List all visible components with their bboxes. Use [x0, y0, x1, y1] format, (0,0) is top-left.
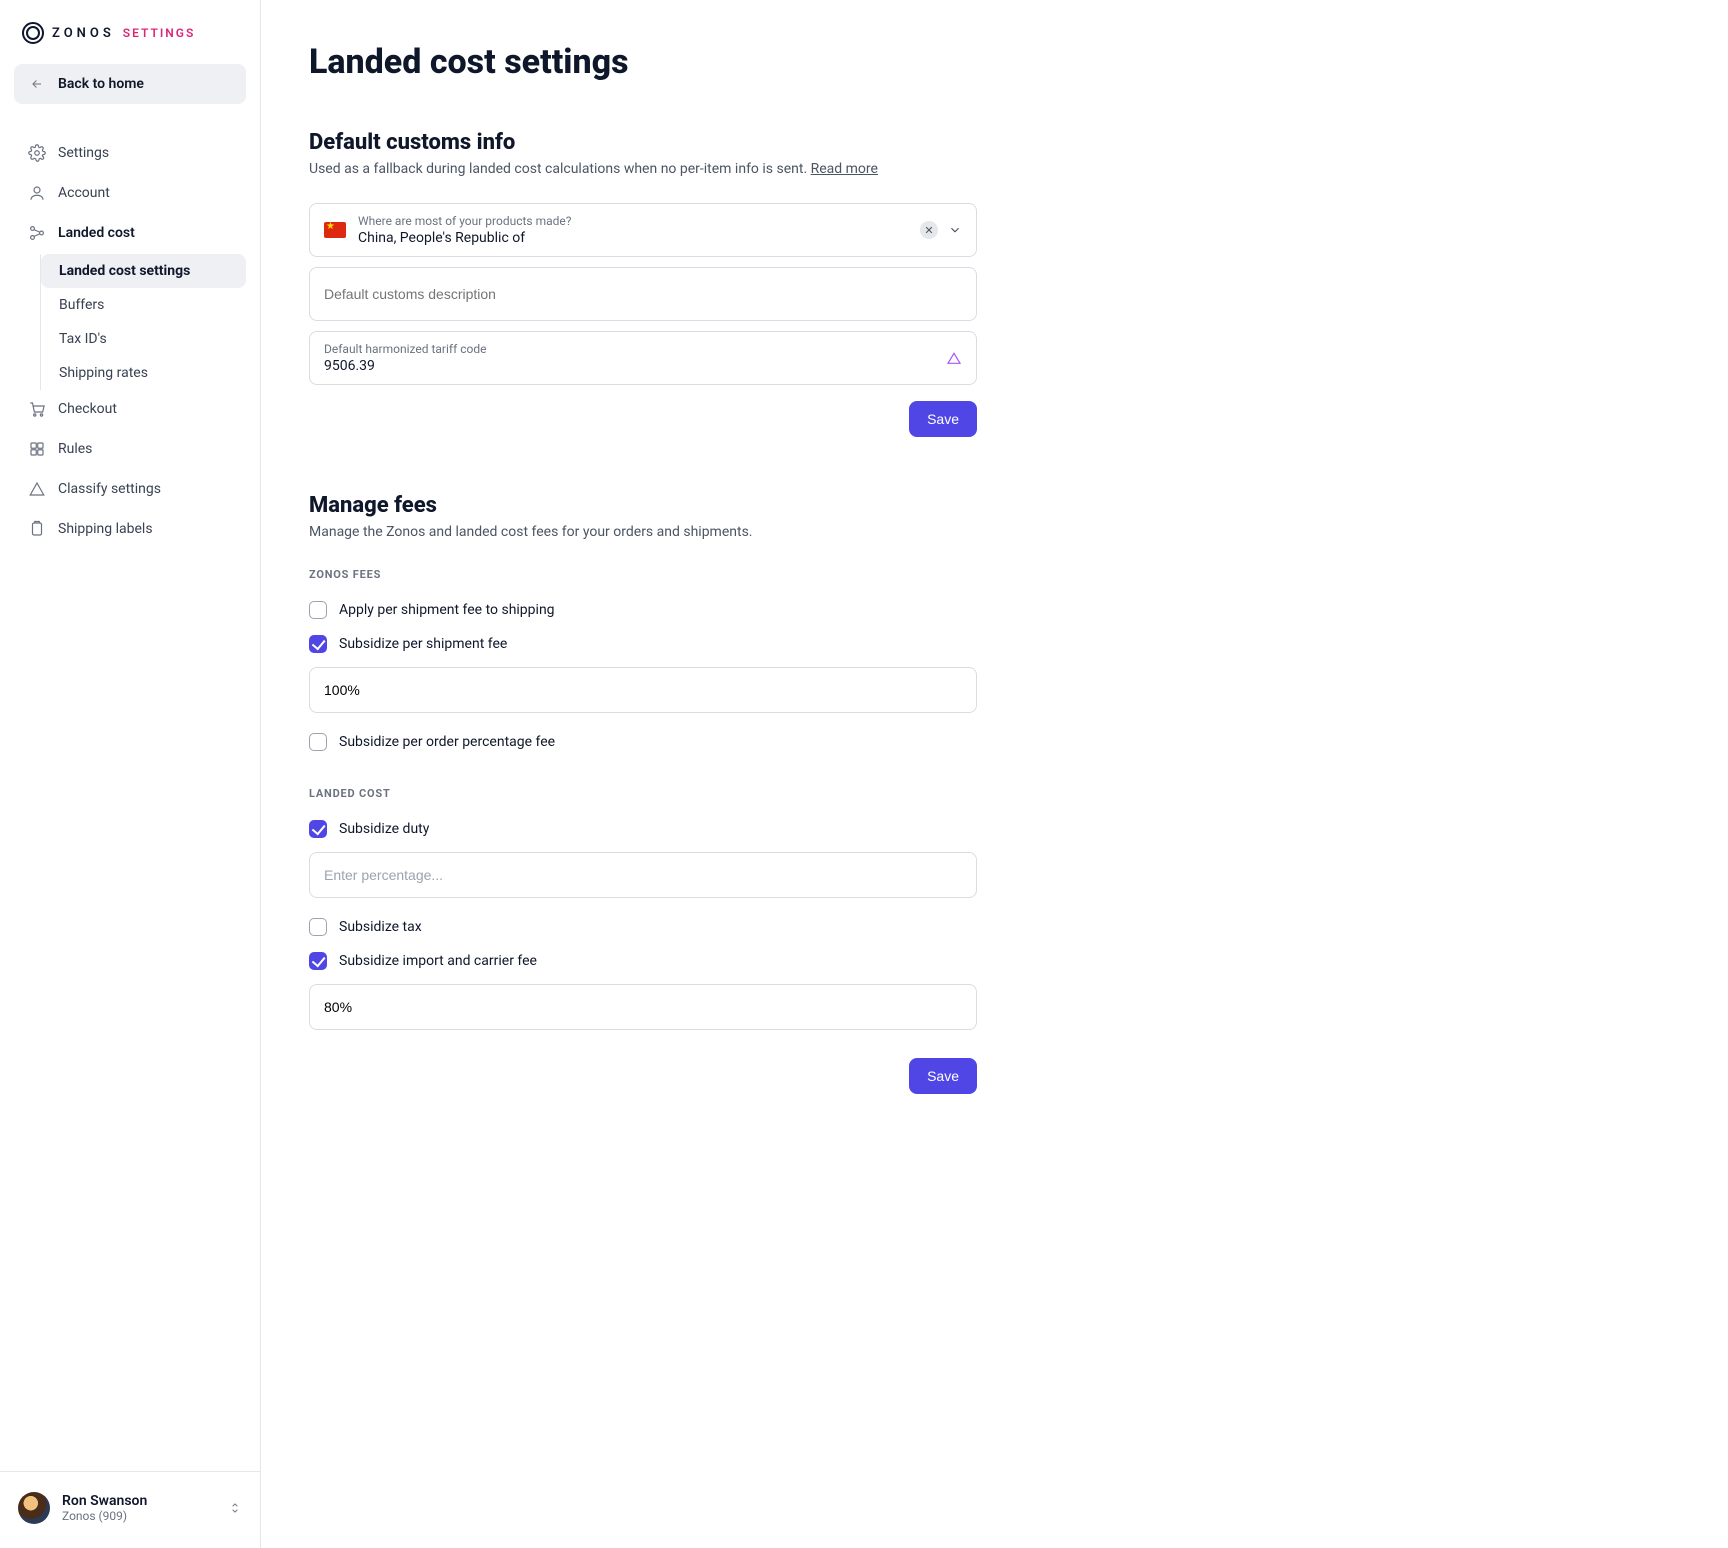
- check-subsidize-duty[interactable]: Subsidize duty: [309, 812, 977, 846]
- check-subsidize-order-percentage[interactable]: Subsidize per order percentage fee: [309, 725, 977, 759]
- check-label: Subsidize tax: [339, 919, 422, 935]
- sub-item-tax-ids[interactable]: Tax ID's: [41, 322, 246, 356]
- main-content: Landed cost settings Default customs inf…: [261, 0, 1728, 1548]
- sidebar-item-checkout[interactable]: Checkout: [14, 390, 246, 428]
- section-heading: Default customs info: [309, 130, 977, 155]
- sidebar-item-account[interactable]: Account: [14, 174, 246, 212]
- origin-label: Where are most of your products made?: [358, 214, 908, 228]
- brand: ZONOS SETTINGS: [0, 22, 260, 64]
- checkbox-checked-icon: [309, 820, 327, 838]
- tariff-value: 9506.39: [324, 358, 375, 374]
- tariff-code-input[interactable]: Default harmonized tariff code 9506.39: [309, 331, 977, 385]
- subtext-prefix: Used as a fallback during landed cost ca…: [309, 161, 811, 177]
- classify-triangle-icon: [946, 350, 962, 366]
- sidebar-item-label: Account: [58, 185, 110, 201]
- page-title: Landed cost settings: [309, 42, 1680, 82]
- clear-icon[interactable]: ✕: [920, 221, 938, 239]
- sidebar-item-classify[interactable]: Classify settings: [14, 470, 246, 508]
- user-name: Ron Swanson: [62, 1493, 147, 1509]
- chevron-up-down-icon: [228, 1499, 242, 1517]
- back-label: Back to home: [58, 76, 144, 92]
- landed-cost-submenu: Landed cost settings Buffers Tax ID's Sh…: [40, 254, 246, 390]
- sidebar-item-settings[interactable]: Settings: [14, 134, 246, 172]
- nodes-icon: [28, 224, 46, 242]
- account-info: Ron Swanson Zonos (909): [62, 1493, 147, 1523]
- clipboard-icon: [28, 520, 46, 538]
- sidebar: ZONOS SETTINGS Back to home Settings Acc…: [0, 0, 261, 1548]
- checkbox-checked-icon: [309, 635, 327, 653]
- section-default-customs: Default customs info Used as a fallback …: [309, 130, 977, 437]
- section-manage-fees: Manage fees Manage the Zonos and landed …: [309, 493, 977, 1094]
- sidebar-item-label: Checkout: [58, 401, 117, 417]
- save-fees-button[interactable]: Save: [909, 1058, 977, 1094]
- checkbox-icon: [309, 918, 327, 936]
- user-org: Zonos (909): [62, 1509, 147, 1523]
- customs-description-input[interactable]: [309, 267, 977, 321]
- check-apply-shipment-fee[interactable]: Apply per shipment fee to shipping: [309, 593, 977, 627]
- check-subsidize-import-carrier[interactable]: Subsidize import and carrier fee: [309, 944, 977, 978]
- brand-section: SETTINGS: [123, 26, 196, 40]
- sidebar-item-label: Settings: [58, 145, 109, 161]
- arrow-left-icon: [28, 77, 46, 91]
- section-heading: Manage fees: [309, 493, 977, 518]
- sub-item-landed-cost-settings[interactable]: Landed cost settings: [41, 254, 246, 288]
- check-subsidize-shipment-fee[interactable]: Subsidize per shipment fee: [309, 627, 977, 661]
- chevron-down-icon: [948, 223, 962, 237]
- sidebar-item-label: Landed cost settings: [59, 263, 190, 279]
- origin-value: China, People's Republic of: [358, 230, 525, 246]
- account-switcher[interactable]: Ron Swanson Zonos (909): [0, 1471, 260, 1548]
- sidebar-item-label: Buffers: [59, 297, 104, 313]
- tariff-label: Default harmonized tariff code: [324, 342, 934, 356]
- sidebar-item-rules[interactable]: Rules: [14, 430, 246, 468]
- read-more-link[interactable]: Read more: [811, 161, 878, 177]
- checkbox-icon: [309, 733, 327, 751]
- sub-item-buffers[interactable]: Buffers: [41, 288, 246, 322]
- sidebar-item-label: Rules: [58, 441, 92, 457]
- avatar: [18, 1492, 50, 1524]
- save-customs-button[interactable]: Save: [909, 401, 977, 437]
- check-label: Apply per shipment fee to shipping: [339, 602, 555, 618]
- subsidize-shipment-input[interactable]: [309, 667, 977, 713]
- checkbox-icon: [309, 601, 327, 619]
- section-subtext: Used as a fallback during landed cost ca…: [309, 161, 977, 177]
- triangle-icon: [28, 480, 46, 498]
- sub-item-shipping-rates[interactable]: Shipping rates: [41, 356, 246, 390]
- user-icon: [28, 184, 46, 202]
- check-label: Subsidize per shipment fee: [339, 636, 507, 652]
- customs-description-field[interactable]: [324, 286, 962, 302]
- china-flag-icon: [324, 222, 346, 238]
- sidebar-item-label: Shipping labels: [58, 521, 153, 537]
- section-subtext: Manage the Zonos and landed cost fees fo…: [309, 524, 977, 540]
- check-label: Subsidize per order percentage fee: [339, 734, 555, 750]
- check-label: Subsidize duty: [339, 821, 429, 837]
- back-to-home-button[interactable]: Back to home: [14, 64, 246, 104]
- zonos-logo-icon: [22, 22, 44, 44]
- cart-icon: [28, 400, 46, 418]
- grid-icon: [28, 440, 46, 458]
- sidebar-item-landed-cost[interactable]: Landed cost: [14, 214, 246, 252]
- sidebar-item-label: Classify settings: [58, 481, 161, 497]
- gear-icon: [28, 144, 46, 162]
- brand-name: ZONOS: [52, 26, 115, 41]
- sidebar-item-shipping-labels[interactable]: Shipping labels: [14, 510, 246, 548]
- sidebar-item-label: Tax ID's: [59, 331, 107, 347]
- checkbox-checked-icon: [309, 952, 327, 970]
- sidebar-item-label: Shipping rates: [59, 365, 148, 381]
- check-label: Subsidize import and carrier fee: [339, 953, 537, 969]
- subsidize-import-input[interactable]: [309, 984, 977, 1030]
- sidebar-item-label: Landed cost: [58, 225, 135, 241]
- origin-country-select[interactable]: Where are most of your products made? Ch…: [309, 203, 977, 257]
- subsidize-duty-input[interactable]: [309, 852, 977, 898]
- check-subsidize-tax[interactable]: Subsidize tax: [309, 910, 977, 944]
- zonos-fees-heading: ZONOS FEES: [309, 568, 977, 581]
- landed-cost-heading: LANDED COST: [309, 787, 977, 800]
